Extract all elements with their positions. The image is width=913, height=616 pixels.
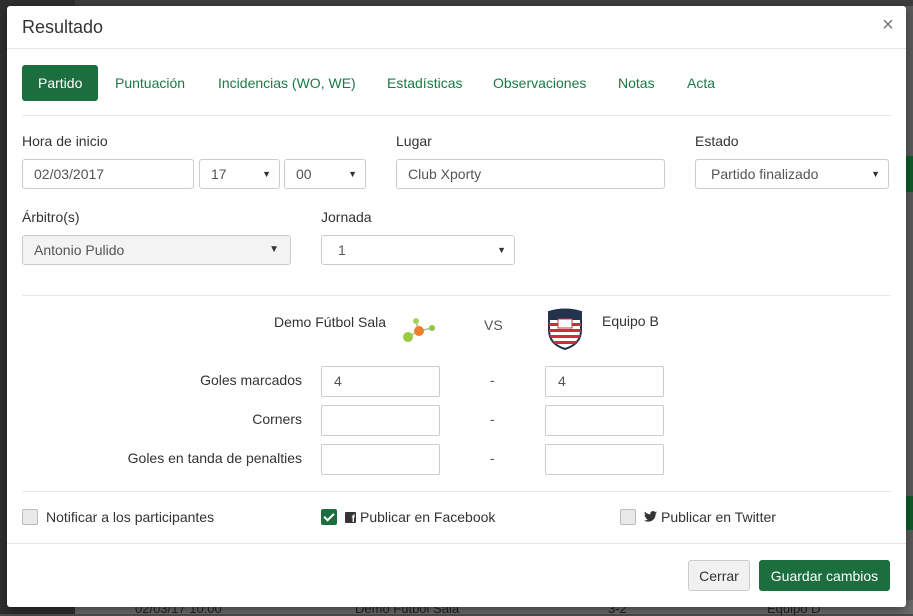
tab-observaciones[interactable]: Observaciones — [493, 65, 586, 101]
twitter-option: Publicar en Twitter — [644, 509, 776, 525]
tab-incidencias[interactable]: Incidencias (WO, WE) — [218, 65, 356, 101]
close-button[interactable]: Cerrar — [688, 560, 750, 591]
home-penalties-input[interactable] — [321, 444, 440, 475]
score-separator: - — [490, 411, 495, 427]
status-select-value: Partido finalizado — [711, 166, 819, 182]
status-select[interactable]: Partido finalizado ▼ — [695, 159, 889, 189]
caret-down-icon: ▼ — [262, 169, 271, 179]
goals-label: Goles marcados — [200, 372, 302, 388]
away-penalties-input[interactable] — [545, 444, 664, 475]
hour-select-value: 17 — [211, 166, 227, 182]
away-corners-input[interactable] — [545, 405, 664, 436]
background-strip — [905, 496, 913, 530]
place-label: Lugar — [396, 133, 432, 149]
caret-down-icon: ▼ — [348, 169, 357, 179]
modal-header: Resultado × — [7, 6, 906, 49]
vs-label: VS — [484, 317, 503, 333]
notify-checkbox[interactable] — [22, 509, 38, 525]
facebook-label: Publicar en Facebook — [360, 509, 496, 525]
home-corners-input[interactable] — [321, 405, 440, 436]
round-select-value: 1 — [338, 242, 346, 258]
minute-select-value: 00 — [296, 166, 312, 182]
caret-down-icon: ▼ — [497, 245, 506, 255]
twitter-checkbox[interactable] — [620, 509, 636, 525]
away-team-crest — [548, 308, 582, 350]
facebook-checkbox[interactable] — [321, 509, 337, 525]
home-goals-input[interactable]: 4 — [321, 366, 440, 397]
facebook-option: Publicar en Facebook — [345, 509, 495, 525]
divider — [22, 295, 891, 296]
away-team-name: Equipo B — [602, 313, 659, 329]
away-goals-input[interactable]: 4 — [545, 366, 664, 397]
footer-divider — [7, 543, 906, 544]
facebook-icon — [345, 512, 356, 525]
close-icon[interactable]: × — [878, 14, 898, 36]
caret-down-icon: ▼ — [269, 244, 279, 255]
home-team-name: Demo Fútbol Sala — [274, 314, 387, 330]
round-select[interactable]: 1 ▼ — [321, 235, 515, 265]
home-team-logo — [403, 318, 435, 342]
divider — [22, 115, 891, 116]
background-strip — [905, 156, 913, 192]
start-time-label: Hora de inicio — [22, 133, 108, 149]
tab-puntuacion[interactable]: Puntuación — [115, 65, 185, 101]
score-separator: - — [490, 450, 495, 466]
save-button[interactable]: Guardar cambios — [759, 560, 890, 591]
place-input[interactable]: Club Xporty — [396, 159, 665, 189]
minute-select[interactable]: 00 ▼ — [284, 159, 366, 189]
penalties-label: Goles en tanda de penalties — [127, 450, 302, 466]
modal-title: Resultado — [22, 17, 104, 37]
score-separator: - — [490, 372, 495, 388]
referees-select[interactable]: Antonio Pulido ▼ — [22, 235, 291, 265]
date-input[interactable]: 02/03/2017 — [22, 159, 194, 189]
corners-label: Corners — [252, 411, 302, 427]
result-modal: Resultado × Partido Puntuación Incidenci… — [7, 6, 906, 607]
notify-label: Notificar a los participantes — [46, 509, 215, 525]
caret-down-icon: ▼ — [871, 169, 880, 179]
status-label: Estado — [695, 133, 739, 149]
hour-select[interactable]: 17 ▼ — [199, 159, 280, 189]
divider — [22, 491, 891, 492]
tab-acta[interactable]: Acta — [687, 65, 715, 101]
referees-select-value: Antonio Pulido — [34, 242, 125, 258]
round-label: Jornada — [321, 209, 372, 225]
twitter-icon — [644, 511, 657, 522]
referees-label: Árbitro(s) — [22, 209, 80, 225]
tab-partido[interactable]: Partido — [22, 65, 99, 101]
twitter-label: Publicar en Twitter — [661, 509, 776, 525]
tab-notas[interactable]: Notas — [618, 65, 655, 101]
tab-estadisticas[interactable]: Estadísticas — [387, 65, 462, 101]
